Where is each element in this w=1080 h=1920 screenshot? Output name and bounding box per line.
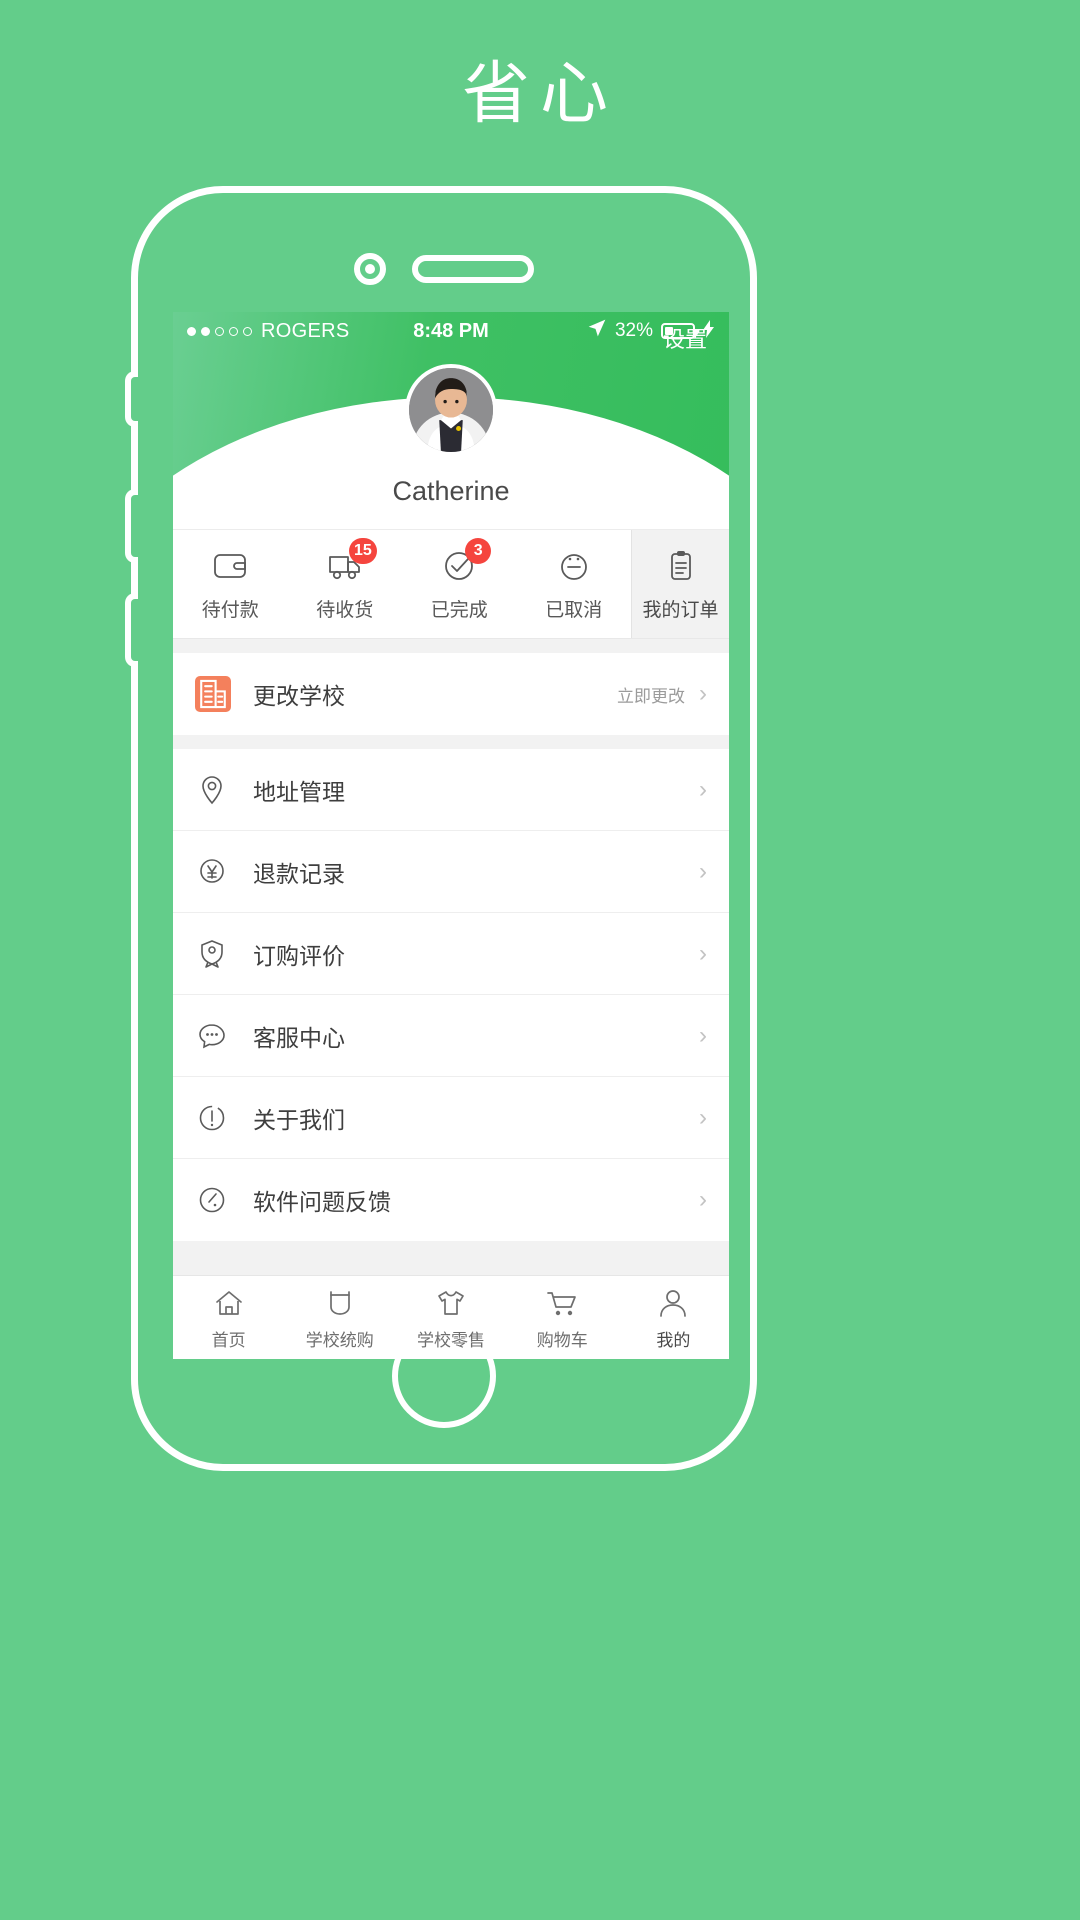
menu-item-refund-records[interactable]: 退款记录 › [173, 831, 729, 913]
change-school-action-label[interactable]: 立即更改 [617, 682, 685, 707]
status-bar-time: 8:48 PM [413, 319, 489, 342]
lightning-bolt-icon [703, 319, 715, 343]
front-camera-icon [354, 253, 386, 285]
my-orders-tab[interactable]: 我的订单 [631, 530, 729, 638]
cart-icon [545, 1286, 579, 1320]
menu-item-label: 关于我们 [253, 1106, 345, 1133]
phone-frame: ROGERS 8:48 PM 32% 设置 Catherine 待付款 15 待… [125, 186, 757, 1471]
chevron-right-icon: › [699, 1186, 707, 1213]
order-tab-badge: 15 [348, 538, 377, 564]
order-tab-badge: 3 [465, 538, 492, 564]
menu-bottom-spacer [173, 1241, 729, 1275]
person-icon [656, 1286, 690, 1320]
wallet-icon [210, 546, 250, 586]
earpiece-speaker [412, 255, 534, 283]
order-tab-label: 待收货 [316, 600, 374, 621]
menu-gap [173, 735, 729, 749]
school-building-icon [195, 676, 231, 712]
menu-item-order-reviews[interactable]: 订购评价 › [173, 913, 729, 995]
battery-icon [661, 323, 698, 339]
tab-label: 学校统购 [305, 1331, 374, 1350]
order-tab-completed[interactable]: 3 已完成 [402, 530, 517, 638]
tab-label: 购物车 [536, 1331, 588, 1350]
status-bar-right: 32% [489, 318, 715, 344]
avatar[interactable] [405, 364, 497, 456]
bag-icon [323, 1286, 357, 1320]
tab-home[interactable]: 首页 [173, 1286, 284, 1351]
order-tab-cancelled[interactable]: 已取消 [517, 530, 632, 638]
feedback-circle-icon [195, 1183, 235, 1217]
tab-school-retail[interactable]: 学校零售 [395, 1286, 506, 1351]
school-building-icon-wrap [195, 676, 235, 712]
menu-item-software-feedback[interactable]: 软件问题反馈 › [173, 1159, 729, 1241]
order-status-tabs: 待付款 15 待收货 3 已完成 已取消 我的订单 [173, 529, 729, 639]
tab-label: 首页 [211, 1331, 246, 1350]
delivery-truck-icon: 15 [325, 538, 377, 586]
order-tab-label: 已取消 [545, 600, 603, 621]
earpiece-row [138, 253, 750, 285]
chat-bubble-icon [195, 1019, 235, 1053]
tab-mine[interactable]: 我的 [618, 1286, 729, 1351]
menu-item-label: 更改学校 [253, 683, 345, 709]
phone-screen: ROGERS 8:48 PM 32% 设置 Catherine 待付款 15 待… [173, 312, 729, 1359]
menu-item-label: 地址管理 [253, 778, 345, 805]
app-brand-title: 省心 [461, 55, 618, 134]
bottom-tab-bar: 首页 学校统购 学校零售 购物车 我的 [173, 1275, 729, 1359]
menu-item-label: 订购评价 [253, 942, 345, 969]
check-circle-icon: 3 [439, 538, 492, 586]
refund-yen-icon [195, 855, 235, 889]
carrier-label: ROGERS [261, 319, 350, 342]
menu-item-change-school[interactable]: 更改学校 立即更改 › [173, 653, 729, 735]
info-circle-icon [195, 1101, 235, 1135]
clipboard-icon [661, 546, 701, 586]
menu-block-school: 更改学校 立即更改 › [173, 653, 729, 735]
chevron-right-icon: › [699, 939, 707, 967]
menu-item-label: 客服中心 [253, 1024, 345, 1051]
chevron-right-icon: › [699, 1103, 707, 1131]
review-badge-icon [195, 937, 235, 971]
tab-label: 我的 [656, 1331, 691, 1350]
menu-item-label: 软件问题反馈 [253, 1189, 391, 1215]
profile-header: ROGERS 8:48 PM 32% 设置 Catherine [173, 312, 729, 529]
chevron-right-icon: › [699, 1021, 707, 1049]
menu-item-about-us[interactable]: 关于我们 › [173, 1077, 729, 1159]
menu-list: 更改学校 立即更改 › 地址管理 › 退款记录 › 订购评价 › 客服中心 › … [173, 639, 729, 1275]
menu-block-main: 地址管理 › 退款记录 › 订购评价 › 客服中心 › 关于我们 › 软件问题反… [173, 749, 729, 1241]
mute-switch[interactable] [125, 371, 138, 427]
battery-percent-label: 32% [614, 320, 653, 341]
tshirt-icon [434, 1286, 468, 1320]
volume-down-button[interactable] [125, 593, 138, 667]
tab-shopping-cart[interactable]: 购物车 [507, 1286, 618, 1351]
order-tab-label: 待付款 [201, 600, 259, 621]
menu-gap [173, 639, 729, 653]
tab-school-group-buy[interactable]: 学校统购 [284, 1286, 395, 1351]
menu-item-address-management[interactable]: 地址管理 › [173, 749, 729, 831]
chevron-right-icon: › [699, 857, 707, 885]
order-tab-pending-payment[interactable]: 待付款 [173, 530, 288, 638]
chevron-right-icon: › [699, 775, 707, 803]
tab-label: 学校零售 [417, 1331, 485, 1350]
my-orders-label: 我的订单 [642, 600, 719, 621]
username-label: Catherine [392, 476, 510, 506]
signal-strength-icon [187, 326, 252, 336]
order-tab-label: 已完成 [430, 600, 488, 621]
chevron-right-icon: › [699, 680, 707, 707]
status-bar: ROGERS 8:48 PM 32% [173, 312, 729, 350]
location-arrow-icon [587, 318, 607, 344]
menu-item-customer-service[interactable]: 客服中心 › [173, 995, 729, 1077]
order-tab-awaiting-delivery[interactable]: 15 待收货 [288, 530, 403, 638]
location-pin-icon [195, 773, 235, 807]
neutral-face-icon [554, 546, 594, 586]
home-icon [212, 1286, 246, 1320]
status-bar-left: ROGERS [187, 320, 413, 343]
volume-up-button[interactable] [125, 489, 138, 563]
menu-item-label: 退款记录 [253, 860, 345, 887]
